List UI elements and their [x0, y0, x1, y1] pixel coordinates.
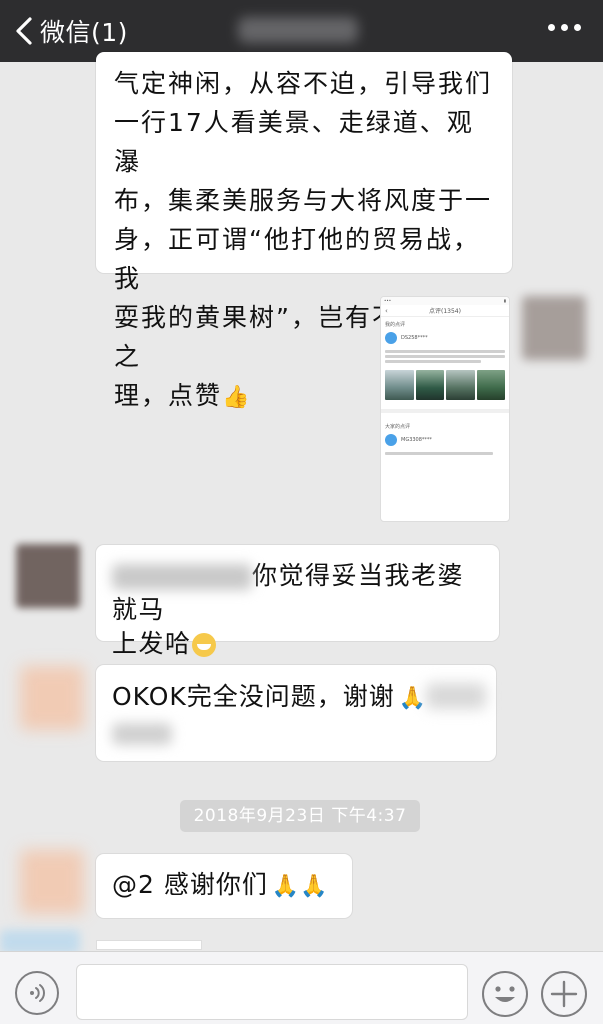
- message-input[interactable]: [76, 964, 468, 1020]
- emoji-button[interactable]: [482, 971, 528, 1017]
- voice-button[interactable]: [15, 971, 59, 1015]
- grin-emoji-icon: [191, 633, 216, 657]
- image-review-text: [381, 346, 509, 367]
- message-text: @2 感谢你们: [112, 870, 268, 899]
- blurred-text: [112, 723, 172, 745]
- image-nav-title: 点评(1354): [429, 308, 461, 315]
- blurred-text: [426, 683, 486, 709]
- back-label: 微信(1): [40, 18, 128, 47]
- voice-icon: [30, 984, 45, 1002]
- message-text: OKOK完全没问题，谢谢: [112, 682, 395, 711]
- chat-title-blurred: [238, 17, 358, 43]
- more-dots-icon[interactable]: [548, 24, 581, 31]
- image-username: MG3308****: [401, 437, 432, 443]
- message-bubble-3[interactable]: 你觉得妥当我老婆就马 上发哈: [96, 545, 499, 658]
- blurred-text: [112, 564, 252, 590]
- thumbs-up-icon: 👍: [222, 385, 252, 410]
- image-message-partial[interactable]: [96, 940, 202, 950]
- message-line: @2 感谢你们 🙏🙏: [112, 868, 336, 904]
- plus-icon: [550, 980, 578, 1008]
- plus-button[interactable]: [541, 971, 587, 1017]
- pray-emoji-icon: 🙏🙏: [271, 874, 329, 899]
- image-status-bar: ••• ▮: [381, 297, 509, 305]
- image-section-title: 大家的点评: [385, 424, 411, 430]
- image-section-title: 我的点评: [385, 322, 406, 328]
- image-avatar-icon: [385, 332, 397, 344]
- back-button[interactable]: 微信(1): [14, 11, 128, 51]
- message-bubble-1[interactable]: 气定神闲，从容不迫，引导我们 一行17人看美景、走绿道、观瀑 布，集柔美服务与大…: [96, 52, 512, 410]
- input-bar: [0, 951, 603, 1024]
- image-review-text: [381, 448, 509, 459]
- timestamp: 2018年9月23日 下午4:37: [180, 800, 420, 832]
- image-review-row: DS258****: [381, 330, 509, 346]
- message-line: OKOK完全没问题，谢谢 🙏: [112, 681, 480, 715]
- chevron-left-icon: [16, 17, 32, 45]
- message-text: 上发哈: [112, 629, 192, 658]
- message-line: 布，集柔美服务与大将风度于一: [114, 186, 493, 215]
- image-username: DS258****: [401, 335, 428, 341]
- image-avatar-icon: [385, 434, 397, 446]
- message-line: 你觉得妥当我老婆就马: [112, 559, 483, 627]
- image-review-row: MG3308****: [381, 432, 509, 448]
- message-line: 一行17人看美景、走绿道、观瀑: [114, 108, 474, 176]
- message-line: 身，正可谓“他打他的贸易战，我: [114, 225, 480, 293]
- message-line: 气定神闲，从容不迫，引导我们: [114, 69, 493, 98]
- pray-emoji-icon: 🙏: [398, 686, 428, 711]
- avatar[interactable]: [20, 666, 84, 730]
- message-text: 理，点赞: [114, 381, 223, 410]
- message-line: 上发哈: [112, 627, 483, 661]
- message-bubble-4[interactable]: OKOK完全没问题，谢谢 🙏: [96, 665, 496, 761]
- image-back-icon: ‹: [385, 306, 388, 315]
- avatar[interactable]: [20, 850, 84, 914]
- avatar[interactable]: [522, 296, 586, 360]
- image-nav: ‹ 点评(1354): [381, 305, 509, 317]
- avatar[interactable]: [16, 544, 80, 608]
- image-message[interactable]: ••• ▮ ‹ 点评(1354) 我的点评 DS258**** 大家的点评 MG3…: [380, 296, 510, 522]
- message-bubble-5[interactable]: @2 感谢你们 🙏🙏: [96, 854, 352, 918]
- emoji-icon: [495, 986, 515, 1002]
- image-photos: [381, 367, 509, 403]
